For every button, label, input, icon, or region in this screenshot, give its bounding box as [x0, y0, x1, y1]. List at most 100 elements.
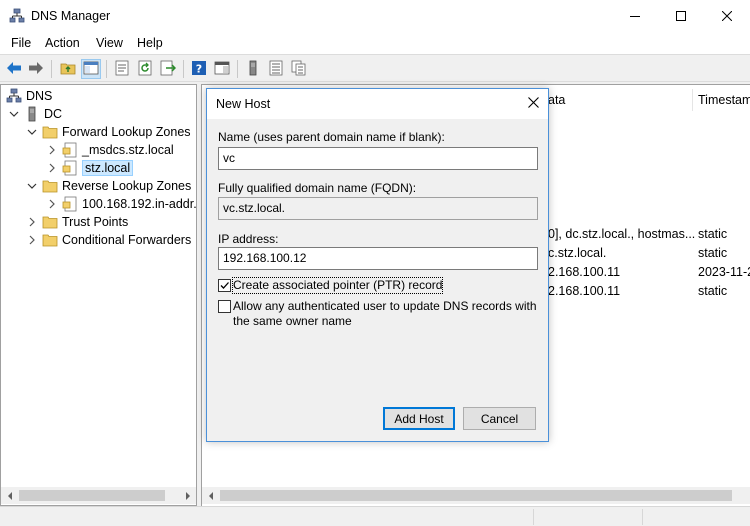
record-data: c.stz.local.	[548, 246, 607, 260]
tree-label: Trust Points	[62, 215, 129, 229]
tree-item-trust-points[interactable]: Trust Points	[25, 213, 128, 231]
tree-item-conditional-forwarders[interactable]: Conditional Forwarders	[25, 231, 191, 249]
properties-button[interactable]	[112, 59, 132, 79]
back-arrow-icon	[6, 60, 22, 79]
tree-label: stz.local	[82, 160, 134, 176]
menu-bar: File Action View Help	[0, 32, 750, 54]
folder-icon	[42, 232, 58, 248]
status-bar-divider	[642, 509, 643, 525]
status-bar-divider	[533, 509, 534, 525]
chevron-right-icon[interactable]	[25, 215, 39, 229]
export-icon	[160, 60, 177, 79]
maximize-button[interactable]	[658, 0, 704, 32]
server-icon	[245, 60, 261, 79]
chevron-down-icon[interactable]	[7, 107, 21, 121]
fqdn-label: Fully qualified domain name (FQDN):	[218, 181, 417, 195]
record-timestamp: static	[698, 284, 728, 298]
folder-icon	[42, 178, 58, 194]
tree-label: _msdcs.stz.local	[82, 143, 174, 157]
column-separator[interactable]	[692, 89, 693, 111]
tree-item-reverse-zone[interactable]: 100.168.192.in-addr.a	[45, 195, 197, 213]
refresh-icon	[137, 60, 153, 79]
column-header-data[interactable]: ata	[548, 89, 565, 111]
export-list-button[interactable]	[158, 59, 178, 79]
scroll-thumb[interactable]	[19, 490, 165, 501]
record-timestamp: 2023-11-2	[698, 265, 750, 279]
cancel-button[interactable]: Cancel	[463, 407, 536, 430]
chevron-down-icon[interactable]	[25, 179, 39, 193]
record-data: 0], dc.stz.local., hostmas...	[548, 227, 696, 241]
forward-button[interactable]	[26, 59, 46, 79]
add-host-button[interactable]: Add Host	[383, 407, 455, 430]
menu-view[interactable]: View	[96, 36, 123, 50]
chevron-right-icon[interactable]	[25, 233, 39, 247]
list-view-button[interactable]	[266, 59, 286, 79]
allow-update-checkbox[interactable]	[218, 300, 231, 313]
svg-text:?: ?	[196, 62, 202, 75]
status-bar	[0, 506, 750, 526]
forward-arrow-icon	[28, 60, 44, 79]
toolbar-separator	[106, 60, 107, 78]
folder-up-icon	[60, 60, 76, 79]
toolbar-separator	[237, 60, 238, 78]
dialog-title-bar: New Host	[207, 89, 548, 119]
tree-item-dc[interactable]: DC	[7, 105, 62, 123]
up-one-level-button[interactable]	[58, 59, 78, 79]
close-window-button[interactable]	[704, 0, 750, 32]
records-view-button[interactable]	[289, 59, 309, 79]
column-header-timestamp[interactable]: Timestam	[698, 89, 750, 111]
refresh-button[interactable]	[135, 59, 155, 79]
chevron-down-icon[interactable]	[25, 125, 39, 139]
tree-label: Reverse Lookup Zones	[62, 179, 192, 193]
menu-help[interactable]: Help	[137, 36, 163, 50]
tree-item-msdcs[interactable]: _msdcs.stz.local	[45, 141, 174, 159]
tree-item-dns[interactable]: DNS	[6, 87, 52, 105]
tree-item-stz-local[interactable]: stz.local	[45, 159, 134, 177]
list-horizontal-scrollbar[interactable]	[202, 487, 750, 504]
show-hide-console-tree-button[interactable]	[81, 59, 101, 79]
dialog-title: New Host	[216, 97, 271, 111]
scroll-right-icon[interactable]	[179, 487, 196, 504]
record-timestamp: static	[698, 227, 728, 241]
record-data: 2.168.100.11	[548, 265, 621, 279]
chevron-right-icon[interactable]	[45, 161, 59, 175]
help-button[interactable]: ?	[189, 59, 209, 79]
toolbar-separator	[183, 60, 184, 78]
ip-address-input[interactable]: 192.168.100.12	[218, 247, 538, 270]
name-label: Name (uses parent domain name if blank):	[218, 130, 445, 144]
server-icon	[24, 106, 40, 122]
tree-item-reverse-lookup-zones[interactable]: Reverse Lookup Zones	[25, 177, 191, 195]
zone-icon	[62, 160, 78, 176]
name-input[interactable]: vc	[218, 147, 538, 170]
show-action-pane-button[interactable]	[212, 59, 232, 79]
toolbar: ?	[0, 54, 750, 82]
menu-action[interactable]: Action	[45, 36, 80, 50]
tree-label: Forward Lookup Zones	[62, 125, 191, 139]
tree-label: 100.168.192.in-addr.a	[82, 197, 197, 211]
chevron-right-icon[interactable]	[45, 197, 59, 211]
tree-horizontal-scrollbar[interactable]	[1, 487, 196, 504]
dns-manager-window: DNS Manager File Action View Help ? DNS …	[0, 0, 750, 526]
properties-icon	[114, 60, 130, 79]
scroll-left-icon[interactable]	[202, 487, 219, 504]
menu-file[interactable]: File	[11, 36, 31, 50]
server-button[interactable]	[243, 59, 263, 79]
folder-icon	[42, 124, 58, 140]
action-pane-icon	[214, 60, 230, 79]
scroll-left-icon[interactable]	[1, 487, 18, 504]
chevron-right-icon[interactable]	[45, 143, 59, 157]
minimize-button[interactable]	[612, 0, 658, 32]
console-tree: DNS DC Forward Lookup Zones _msdcs.stz.l…	[0, 84, 197, 506]
ptr-record-option[interactable]: Create associated pointer (PTR) record	[218, 277, 444, 294]
tree-item-forward-lookup-zones[interactable]: Forward Lookup Zones	[25, 123, 191, 141]
tree-label: Conditional Forwarders	[62, 233, 192, 247]
record-data: 2.168.100.11	[548, 284, 621, 298]
scroll-thumb[interactable]	[220, 490, 732, 501]
ptr-record-checkbox[interactable]	[218, 279, 231, 292]
allow-update-option[interactable]: Allow any authenticated user to update D…	[218, 299, 538, 329]
title-bar: DNS Manager	[0, 0, 750, 32]
back-button[interactable]	[4, 59, 24, 79]
close-icon	[527, 97, 539, 111]
dns-icon	[6, 88, 22, 104]
dialog-close-button[interactable]	[522, 93, 544, 115]
